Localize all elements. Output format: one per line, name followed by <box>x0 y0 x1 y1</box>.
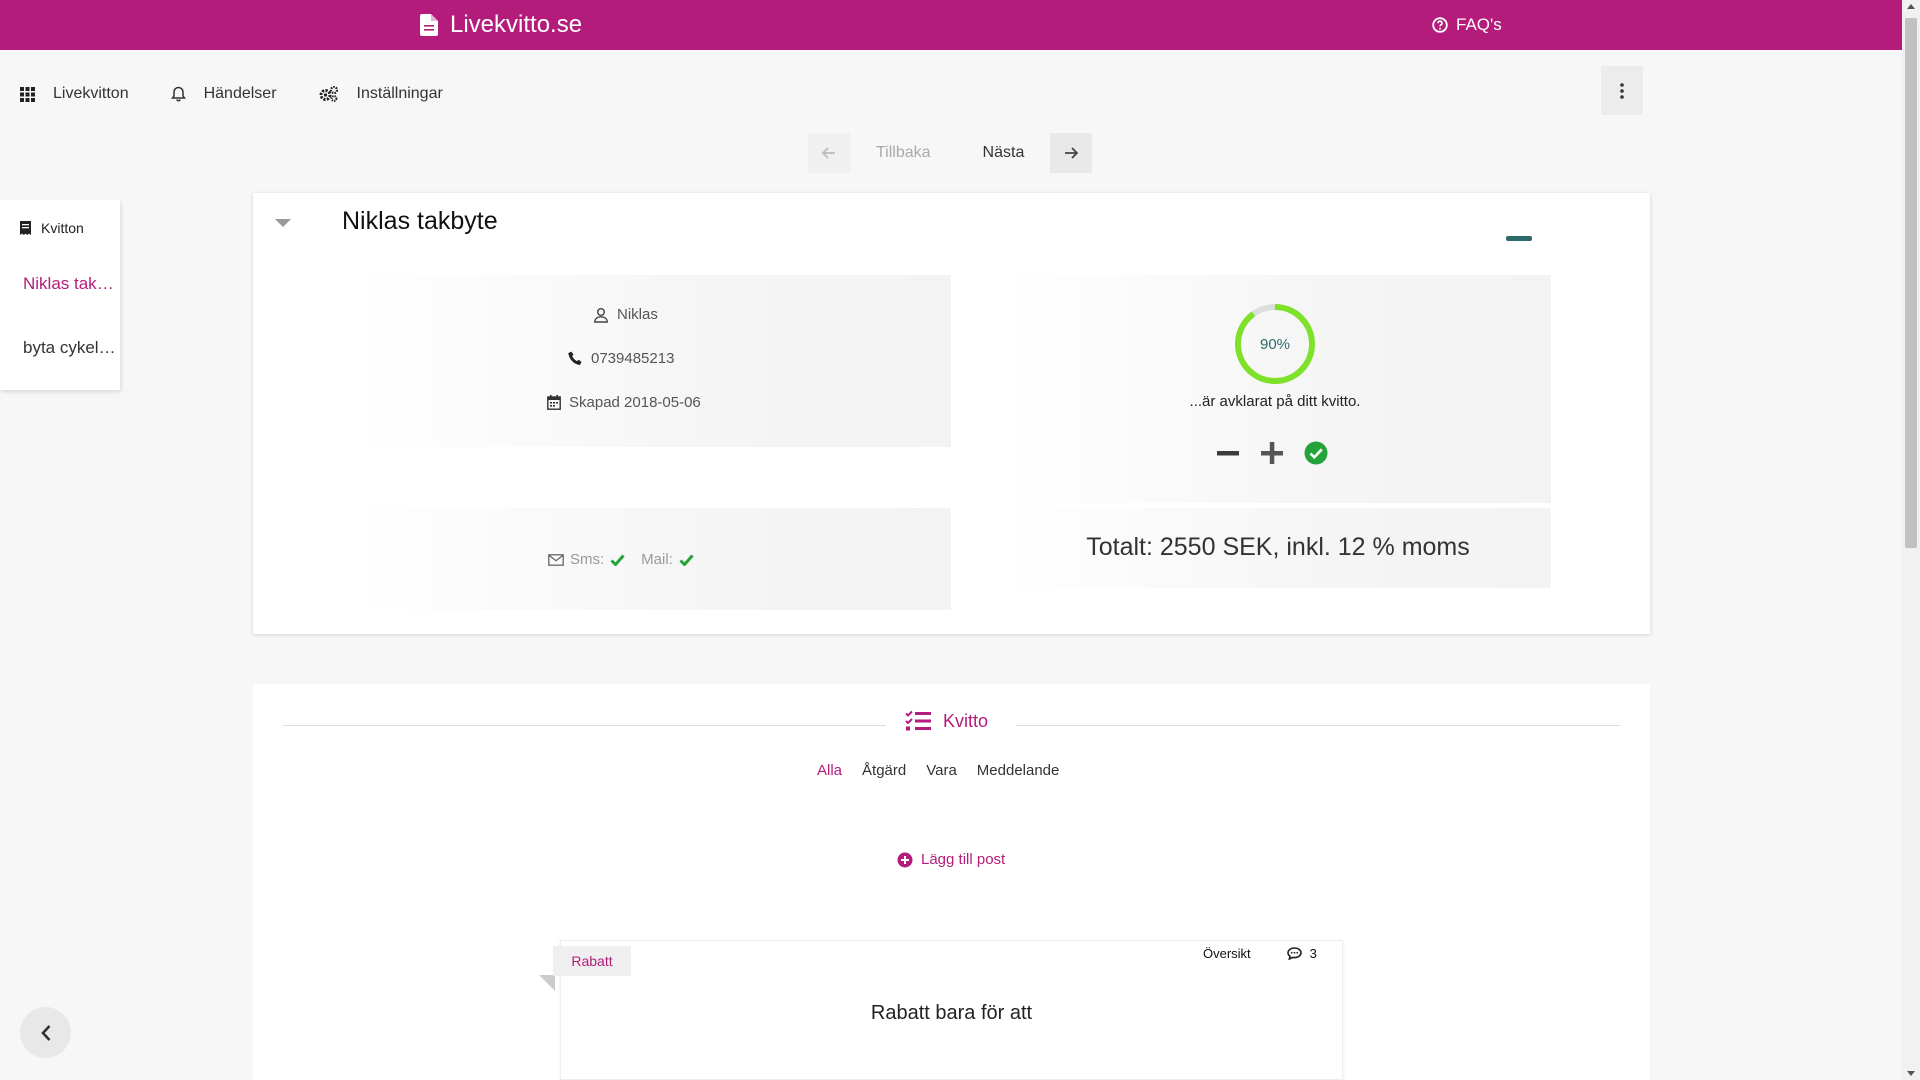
envelope-icon <box>548 553 564 566</box>
brand-name: Livekvitto.se <box>450 11 583 38</box>
page-scrollbar[interactable] <box>1902 0 1920 1080</box>
receipt-icon <box>20 221 31 235</box>
tab-vara[interactable]: Vara <box>926 762 957 779</box>
customer-name: Niklas <box>617 306 658 323</box>
grid-icon <box>20 86 35 102</box>
progress-controls <box>1216 441 1328 465</box>
post-meta: Översikt 3 <box>1203 946 1317 961</box>
gears-icon <box>319 86 339 102</box>
scroll-thumb[interactable] <box>1905 18 1917 548</box>
receipt-items-section: Kvitto Alla Åtgärd Vara Meddelande Lägg … <box>253 684 1650 1080</box>
faq-label: FAQ's <box>1456 15 1502 34</box>
add-post-button[interactable]: Lägg till post <box>897 851 1005 868</box>
progress-percent: 90% <box>1259 335 1291 353</box>
nav-item-livekvitton[interactable]: Livekvitton <box>20 80 129 108</box>
sidebar-item-byta-cykeldack[interactable]: byta cykeldäck <box>23 338 120 358</box>
sms-check-icon <box>610 554 625 566</box>
post-tag: Rabatt <box>553 946 631 976</box>
progress-caption: ...är avklarat på ditt kvitto. <box>1189 393 1361 410</box>
nav-label: Inställningar <box>356 85 443 102</box>
tab-atgard[interactable]: Åtgärd <box>862 762 906 779</box>
minus-button[interactable] <box>1216 441 1240 465</box>
scroll-down-arrow-icon[interactable] <box>1907 1071 1915 1076</box>
nav-item-installningar[interactable]: Inställningar <box>319 80 443 108</box>
receipt-total: Totalt: 2550 SEK, inkl. 12 % moms <box>1086 533 1470 561</box>
next-label[interactable]: Nästa <box>957 144 1051 162</box>
comment-count: 3 <box>1309 946 1317 961</box>
nav-item-handelser[interactable]: Händelser <box>170 80 277 108</box>
sms-label: Sms: <box>570 551 605 568</box>
nav-label: Livekvitton <box>53 85 129 102</box>
vertical-dots-icon <box>1620 82 1624 99</box>
checklist-icon <box>905 710 931 732</box>
complete-check-button[interactable] <box>1304 441 1328 465</box>
tab-alla[interactable]: Alla <box>817 762 842 779</box>
chevron-left-icon <box>40 1024 52 1042</box>
receipt-title: Niklas takbyte <box>342 207 498 235</box>
user-icon <box>593 307 609 323</box>
filter-tabs: Alla Åtgärd Vara Meddelande <box>817 762 1059 779</box>
nav-label: Händelser <box>203 85 277 102</box>
question-circle-icon <box>1432 17 1448 33</box>
post-title: Rabatt bara för att <box>870 1002 1033 1024</box>
section-title-label: Kvitto <box>943 710 989 731</box>
scroll-up-arrow-icon[interactable] <box>1907 4 1915 9</box>
receipt-card: Niklas takbyte Niklas 0739485213 Skapad … <box>253 193 1650 634</box>
faq-link[interactable]: FAQ's <box>1432 0 1502 50</box>
minimize-icon[interactable] <box>1506 236 1532 241</box>
section-title: Kvitto <box>905 710 988 732</box>
main-nav: Livekvitton Händelser Inställningar <box>20 80 443 108</box>
divider <box>1016 725 1620 726</box>
created-date: Skapad 2018-05-06 <box>569 394 701 411</box>
mail-check-icon <box>679 554 694 566</box>
sidebar-item-niklas-takbyte[interactable]: Niklas takbyte <box>23 274 120 294</box>
add-post-label: Lägg till post <box>921 851 1006 868</box>
collapse-caret-icon[interactable] <box>275 219 291 227</box>
next-button[interactable] <box>1050 133 1093 173</box>
arrow-left-icon <box>822 147 836 159</box>
mail-label: Mail: <box>641 551 673 568</box>
plus-circle-icon <box>897 852 913 868</box>
more-options-button[interactable] <box>1601 66 1643 115</box>
back-label[interactable]: Tillbaka <box>850 144 957 162</box>
notification-status: Sms: Mail: <box>548 551 704 568</box>
collapse-sidebar-button[interactable] <box>20 1007 71 1058</box>
comment-icon <box>1286 947 1302 960</box>
created-row: Skapad 2018-05-06 <box>547 394 701 411</box>
divider <box>283 725 886 726</box>
customer-name-row: Niklas <box>593 306 658 323</box>
brand[interactable]: Livekvitto.se <box>420 0 582 50</box>
tag-fold <box>539 975 555 991</box>
arrow-right-icon <box>1064 147 1079 159</box>
top-bar: Livekvitto.se FAQ's <box>0 0 1902 50</box>
previous-button[interactable] <box>808 133 850 173</box>
progress-ring: 90% <box>1234 303 1316 385</box>
plus-button[interactable] <box>1260 441 1284 465</box>
pager: Tillbaka Nästa <box>808 133 1093 173</box>
bell-icon <box>170 86 186 102</box>
calendar-icon <box>547 395 561 410</box>
phone-number: 0739485213 <box>591 350 675 367</box>
phone-icon <box>568 351 583 366</box>
document-icon <box>420 14 438 36</box>
sidebar-heading-label: Kvitton <box>41 220 84 236</box>
phone-row: 0739485213 <box>568 350 674 367</box>
comments-button[interactable]: 3 <box>1286 946 1317 961</box>
receipts-sidebar: Kvitton Niklas takbyte byta cykeldäck <box>0 200 120 390</box>
tab-meddelande[interactable]: Meddelande <box>977 762 1060 779</box>
sidebar-heading: Kvitton <box>20 220 84 236</box>
overview-link[interactable]: Översikt <box>1203 946 1251 961</box>
